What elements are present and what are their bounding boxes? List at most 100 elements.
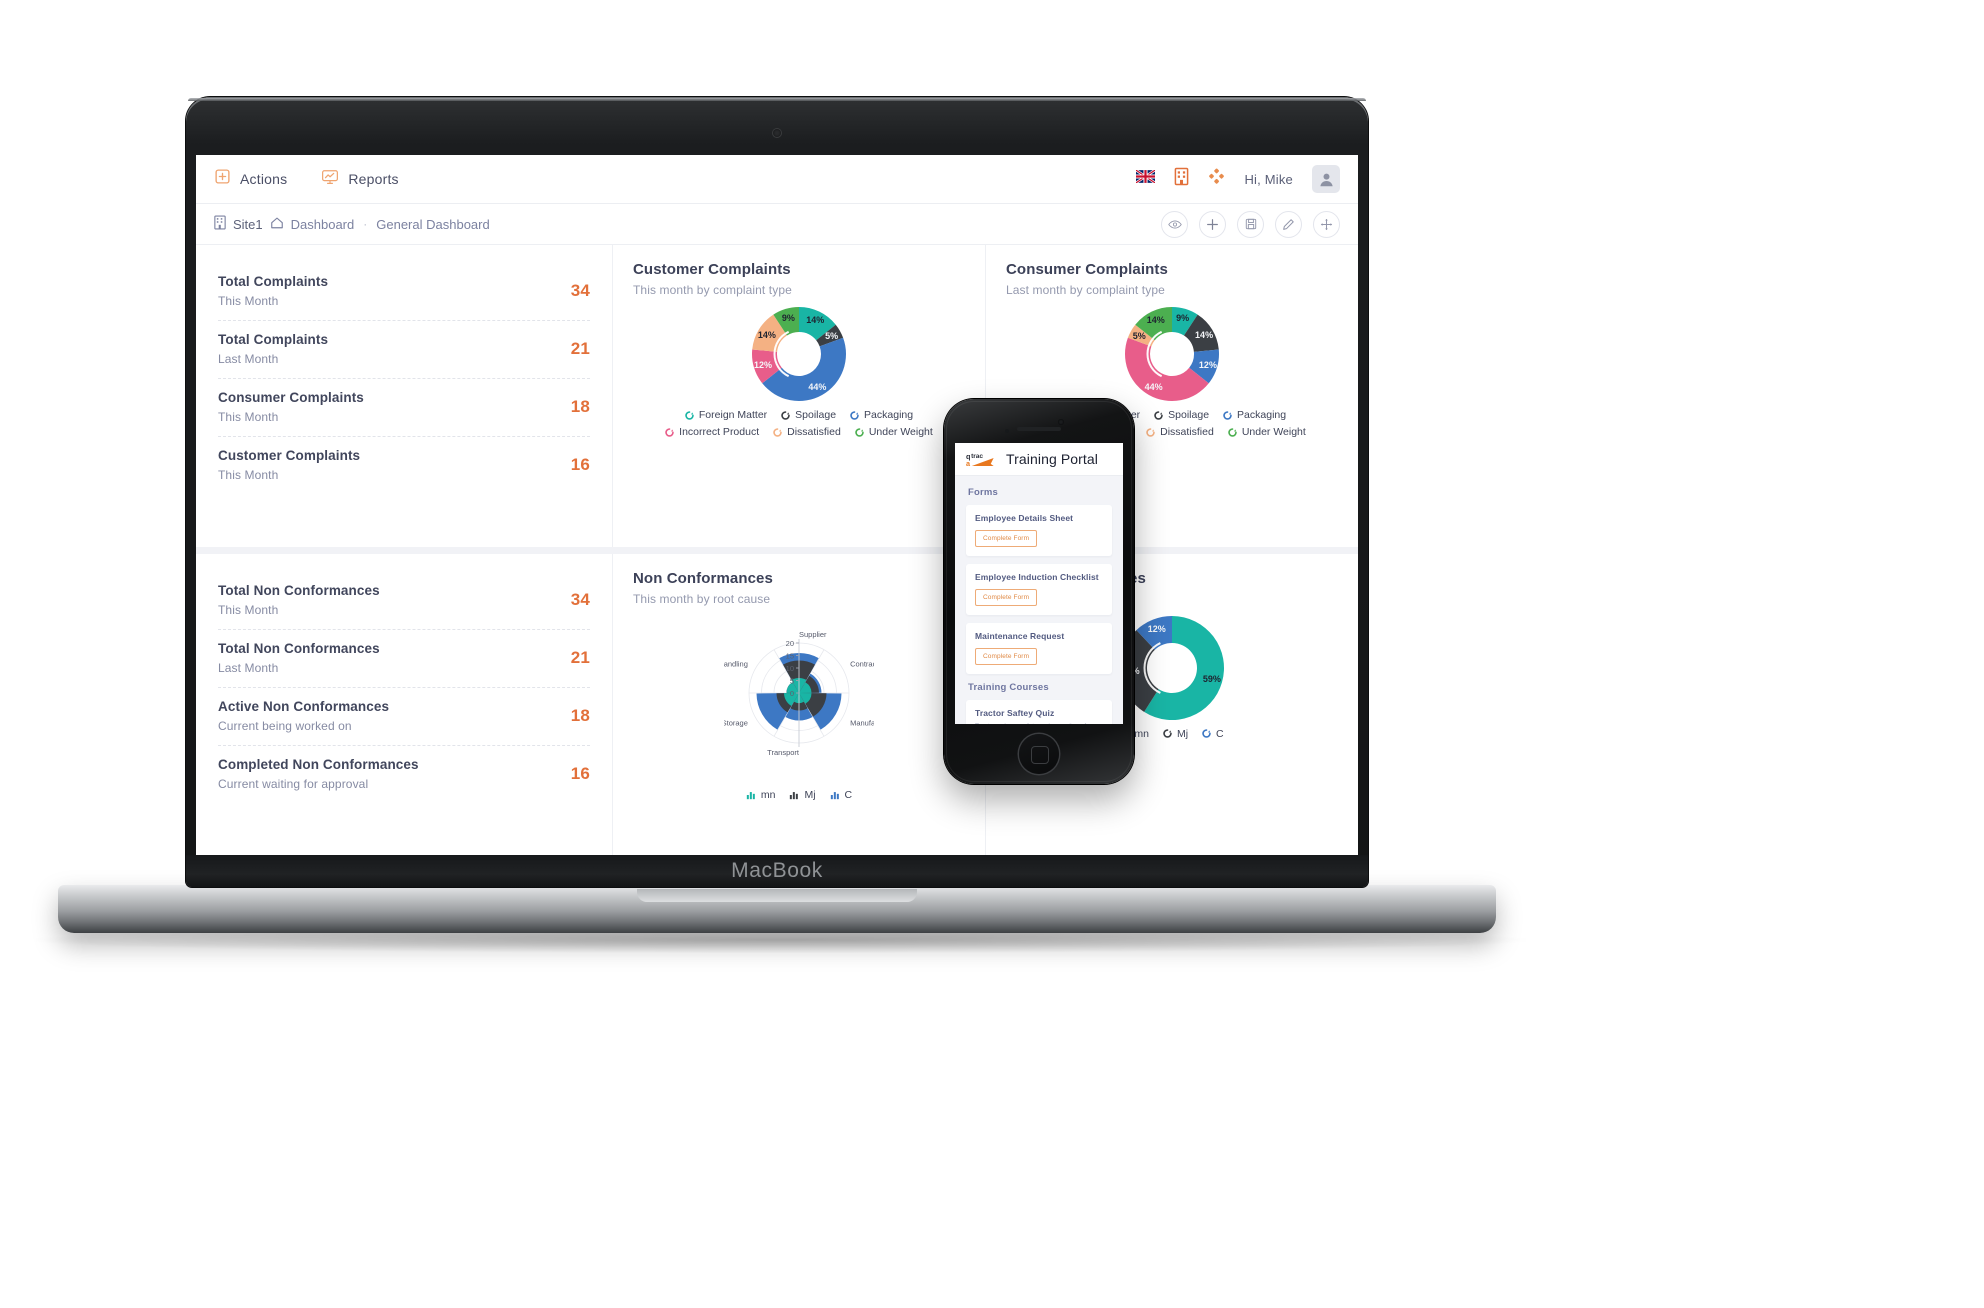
form-card[interactable]: Maintenance Request Complete Form: [966, 623, 1112, 674]
qtrac-logo-icon: q trac a: [966, 451, 998, 468]
dashboard-grid: Total Complaints This Month 34 Total Com…: [196, 245, 1358, 855]
donut-chart-customer-complaints[interactable]: 14% 5% 44% 12% 14% 9%: [750, 305, 848, 403]
breadcrumb-site[interactable]: Site1: [233, 217, 263, 232]
legend-item[interactable]: C: [830, 789, 852, 801]
kpi-row[interactable]: Completed Non Conformances Current waiti…: [218, 746, 590, 803]
kpi-title: Total Complaints: [218, 332, 329, 347]
breadcrumb-separator: ·: [363, 217, 368, 231]
building-icon[interactable]: [1174, 167, 1189, 191]
panel-nc-root-cause: Non Conformances This month by root caus…: [612, 553, 985, 855]
kpi-subtitle: This Month: [218, 602, 279, 617]
apps-grid-icon[interactable]: [1208, 168, 1225, 190]
donut-legend-icon: [665, 427, 674, 437]
svg-text:Retail Handling: Retail Handling: [724, 659, 748, 668]
nav-item-reports[interactable]: Reports: [321, 168, 399, 190]
iphone-screen: q trac a Training Portal Forms Employee …: [955, 443, 1123, 724]
legend-item[interactable]: Packaging: [1223, 409, 1286, 421]
kpi-row[interactable]: Total Complaints This Month 34: [218, 263, 590, 321]
legend-item[interactable]: C: [1202, 728, 1224, 740]
complete-form-button[interactable]: Complete Form: [975, 530, 1038, 547]
bar-legend-icon: [790, 791, 799, 799]
donut-legend-icon: [685, 410, 694, 420]
complete-form-button[interactable]: Complete Form: [975, 589, 1038, 606]
svg-text:15: 15: [786, 651, 794, 660]
topbar-right-group: Hi, Mike: [1135, 165, 1340, 193]
kpi-row[interactable]: Customer Complaints This Month 16: [218, 437, 590, 494]
kpi-subtitle: Current waiting for approval: [218, 776, 369, 791]
kpi-title: Customer Complaints: [218, 448, 361, 463]
kpi-subtitle: This Month: [218, 294, 279, 308]
legend-item[interactable]: Mj: [1163, 728, 1188, 740]
uk-flag-icon[interactable]: [1135, 169, 1157, 188]
legend-item[interactable]: Mj: [789, 789, 816, 801]
form-card-title: Employee Induction Checklist: [975, 572, 1099, 582]
kpi-row[interactable]: Total Non Conformances This Month 34: [218, 572, 590, 630]
donut-legend-icon: [1146, 427, 1155, 437]
phone-app-header: q trac a Training Portal: [955, 443, 1123, 476]
home-icon: [270, 216, 284, 232]
legend-item-label: Foreign Matter: [698, 409, 768, 421]
legend-item-label: Mj: [1176, 727, 1189, 740]
legend-item[interactable]: Under Weight: [855, 426, 933, 438]
donut-legend-icon: [781, 410, 790, 420]
chart-subtitle: This month by root cause: [633, 591, 771, 606]
dashboard-row-1: Total Complaints This Month 34 Total Com…: [196, 245, 1358, 547]
donut-chart-consumer-complaints[interactable]: 9% 14% 12% 44% 5% 14%: [1123, 305, 1221, 403]
chart-subtitle: This month by complaint type: [633, 283, 792, 297]
preview-button[interactable]: [1161, 210, 1188, 238]
legend-item-label: Packaging: [864, 409, 914, 421]
legend-item-label: Packaging: [1237, 409, 1287, 421]
add-button[interactable]: [1199, 210, 1226, 238]
home-button[interactable]: [1019, 734, 1059, 774]
legend-item[interactable]: mn: [746, 788, 776, 801]
donut-chart-nc-rating[interactable]: 59%29%12%: [1118, 614, 1226, 722]
legend-item[interactable]: Under Weight: [1228, 426, 1306, 438]
legend-item[interactable]: Incorrect Product: [665, 426, 759, 438]
training-card-description: Tractor quiz on safety and operation of …: [975, 722, 1103, 724]
dashboard-toolbar: [1161, 210, 1340, 238]
breadcrumb-current: General Dashboard: [376, 216, 490, 232]
legend-item[interactable]: Foreign Matter: [685, 409, 767, 421]
kpi-row[interactable]: Active Non Conformances Current being wo…: [218, 688, 590, 746]
donut-legend-icon: [1154, 410, 1163, 420]
avatar[interactable]: [1312, 165, 1340, 193]
app-topbar: Actions Reports Hi, Mike: [196, 155, 1358, 204]
kpi-value: 21: [570, 647, 590, 667]
kpi-row[interactable]: Total Complaints Last Month 21: [218, 321, 590, 379]
complete-form-button[interactable]: Complete Form: [975, 648, 1038, 665]
bar-legend-icon: [746, 791, 755, 799]
move-button[interactable]: [1313, 210, 1340, 238]
legend-item[interactable]: Dissatisfied: [1146, 426, 1214, 438]
proximity-sensor-icon: [1005, 429, 1009, 433]
breadcrumb-dashboard[interactable]: Dashboard: [291, 217, 355, 232]
kpi-value: 18: [570, 397, 590, 416]
legend-item-label: mn: [760, 788, 776, 801]
macbook-device: Actions Reports Hi, Mike Site1 Dashboard…: [36, 97, 1526, 953]
save-button[interactable]: [1237, 210, 1264, 238]
chart-canvas[interactable]: 14% 5% 44% 12% 14% 9%: [633, 305, 965, 403]
legend-item[interactable]: Packaging: [850, 409, 913, 421]
kpi-value: 21: [570, 339, 590, 358]
legend-item[interactable]: Dissatisfied: [773, 426, 841, 438]
chart-canvas[interactable]: 0 5 10 15 20 Supplier Contract Packer Manufactu…: [633, 614, 965, 783]
phone-app-title: Training Portal: [1006, 451, 1099, 467]
kpi-value: 34: [570, 589, 590, 609]
form-card-title: Employee Details Sheet: [975, 513, 1074, 523]
polar-chart-root-cause[interactable]: 0 5 10 15 20 Supplier Contract Packer Manufactu…: [697, 614, 904, 783]
nav-item-actions[interactable]: Actions: [214, 168, 287, 190]
chart-canvas[interactable]: 9% 14% 12% 44% 5% 14%: [1006, 305, 1338, 403]
legend-item[interactable]: Spoilage: [1154, 409, 1209, 421]
site-building-icon: [214, 215, 226, 233]
edit-button[interactable]: [1275, 210, 1302, 238]
mockup-stage: Actions Reports Hi, Mike Site1 Dashboard…: [0, 0, 1984, 1308]
kpi-row[interactable]: Consumer Complaints This Month 18: [218, 379, 590, 437]
kpi-value: 34: [570, 281, 590, 300]
legend-item[interactable]: Spoilage: [781, 409, 836, 421]
form-card[interactable]: Employee Details Sheet Complete Form: [966, 505, 1112, 556]
training-card[interactable]: Tractor Saftey Quiz Tractor quiz on safe…: [966, 700, 1112, 724]
kpi-row[interactable]: Total Non Conformances Last Month 21: [218, 630, 590, 688]
legend-item-label: mn: [1134, 727, 1149, 740]
front-camera-icon: [1058, 419, 1064, 425]
form-card[interactable]: Employee Induction Checklist Complete Fo…: [966, 564, 1112, 615]
legend-item-label: C: [1216, 727, 1224, 740]
